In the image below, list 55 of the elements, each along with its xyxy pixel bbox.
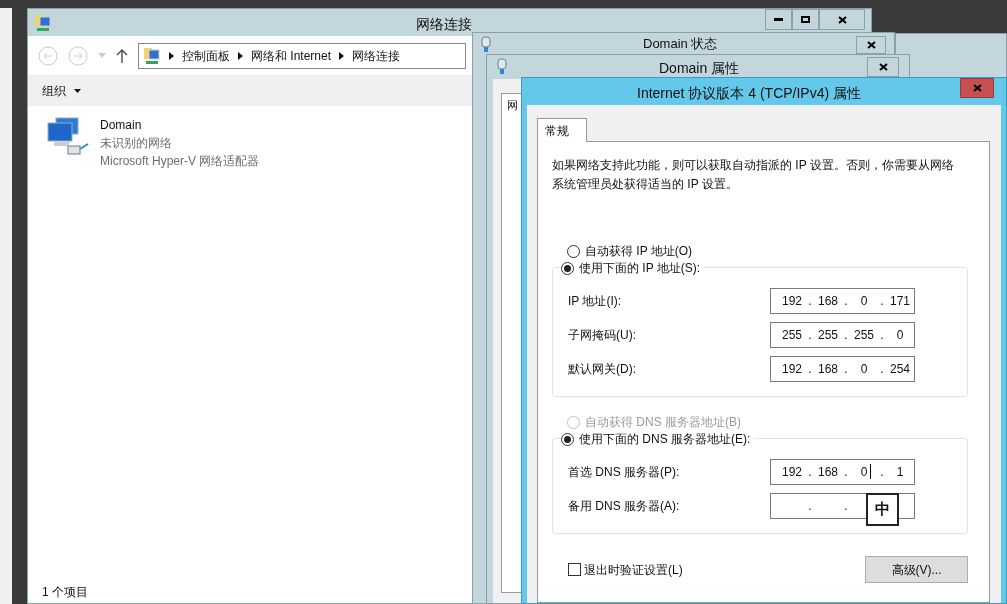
plug-icon bbox=[481, 36, 491, 54]
ip-address-field[interactable]: 255 . 255 . 255 . 0 bbox=[770, 322, 915, 348]
field-label: 首选 DNS 服务器(P): bbox=[568, 464, 681, 481]
radio-label: 自动获得 IP 地址(O) bbox=[585, 243, 693, 260]
ip-address-field[interactable]: 192 . 168 . 0 . 254 bbox=[770, 356, 915, 382]
description-text: 如果网络支持此功能，则可以获取自动指派的 IP 设置。否则，你需要从网络系统管理员处获得适当的 IP 设置。 bbox=[552, 157, 955, 193]
breadcrumb-item[interactable]: 网络连接 bbox=[352, 46, 401, 65]
radio-button[interactable] bbox=[561, 261, 574, 275]
status-bar-text: 1 个项目 bbox=[42, 584, 88, 601]
maximize-button[interactable] bbox=[792, 9, 819, 30]
radio-button[interactable] bbox=[561, 432, 574, 446]
breadcrumb-item[interactable]: 控制面板 bbox=[182, 46, 230, 65]
field-label: 备用 DNS 服务器(A): bbox=[568, 498, 681, 515]
organize-menu[interactable]: 组织 bbox=[42, 82, 81, 100]
ime-tooltip: 中 bbox=[866, 493, 899, 526]
close-button[interactable] bbox=[819, 9, 865, 30]
minimize-button[interactable] bbox=[765, 9, 792, 30]
checkbox-label: 退出时验证设置(L) bbox=[584, 561, 683, 579]
ip-address-field[interactable]: 192 . 168 . 0 . 1 bbox=[770, 459, 915, 485]
window-title: Domain 状态 bbox=[643, 37, 718, 51]
up-arrow-icon[interactable] bbox=[116, 48, 128, 63]
advanced-button[interactable]: 高级(V)... bbox=[865, 556, 968, 583]
window-title: Domain 属性 bbox=[659, 59, 740, 78]
radio-button[interactable] bbox=[567, 244, 580, 258]
radio-label: 自动获得 DNS 服务器地址(B) bbox=[585, 414, 741, 431]
field-label: IP 地址(I): bbox=[568, 293, 623, 310]
field-label: 子网掩码(U): bbox=[568, 327, 637, 344]
chevron-icon bbox=[169, 51, 174, 60]
close-button[interactable] bbox=[867, 57, 899, 77]
tab[interactable]: 网 bbox=[507, 99, 518, 111]
checkbox[interactable] bbox=[568, 563, 581, 576]
connection-status: 未识别的网络 bbox=[100, 135, 173, 152]
radio-label: 使用下面的 DNS 服务器地址(E): bbox=[579, 431, 751, 448]
address-bar[interactable]: 控制面板 网络和 Internet 网络连接 bbox=[138, 42, 466, 69]
field-label: 默认网关(D): bbox=[568, 361, 637, 378]
plug-icon bbox=[497, 58, 507, 76]
close-icon bbox=[837, 15, 847, 24]
adapter-name: Microsoft Hyper-V 网络适配器 bbox=[100, 153, 260, 170]
radio-label: 使用下面的 IP 地址(S): bbox=[579, 260, 701, 277]
tab[interactable]: 常规 bbox=[537, 118, 587, 142]
connection-item[interactable]: Domain 未识别的网络 Microsoft Hyper-V 网络适配器 bbox=[46, 116, 346, 170]
chevron-icon bbox=[339, 51, 345, 60]
chevron-icon bbox=[238, 51, 243, 60]
network-icon bbox=[143, 46, 161, 65]
close-icon bbox=[866, 41, 876, 49]
close-icon bbox=[878, 63, 888, 71]
window-title: Internet 协议版本 4 (TCP/IPv4) 属性 bbox=[637, 84, 862, 103]
network-icon bbox=[34, 13, 52, 32]
breadcrumb-item[interactable]: 网络和 Internet bbox=[251, 46, 332, 65]
window-title: 网络连接 bbox=[416, 15, 472, 34]
ip-address-field[interactable]: 192 . 168 . 0 . 171 bbox=[770, 288, 915, 314]
close-button[interactable] bbox=[856, 36, 886, 54]
close-icon bbox=[972, 84, 982, 92]
connection-name: Domain bbox=[100, 117, 143, 134]
caret-icon bbox=[74, 89, 81, 93]
